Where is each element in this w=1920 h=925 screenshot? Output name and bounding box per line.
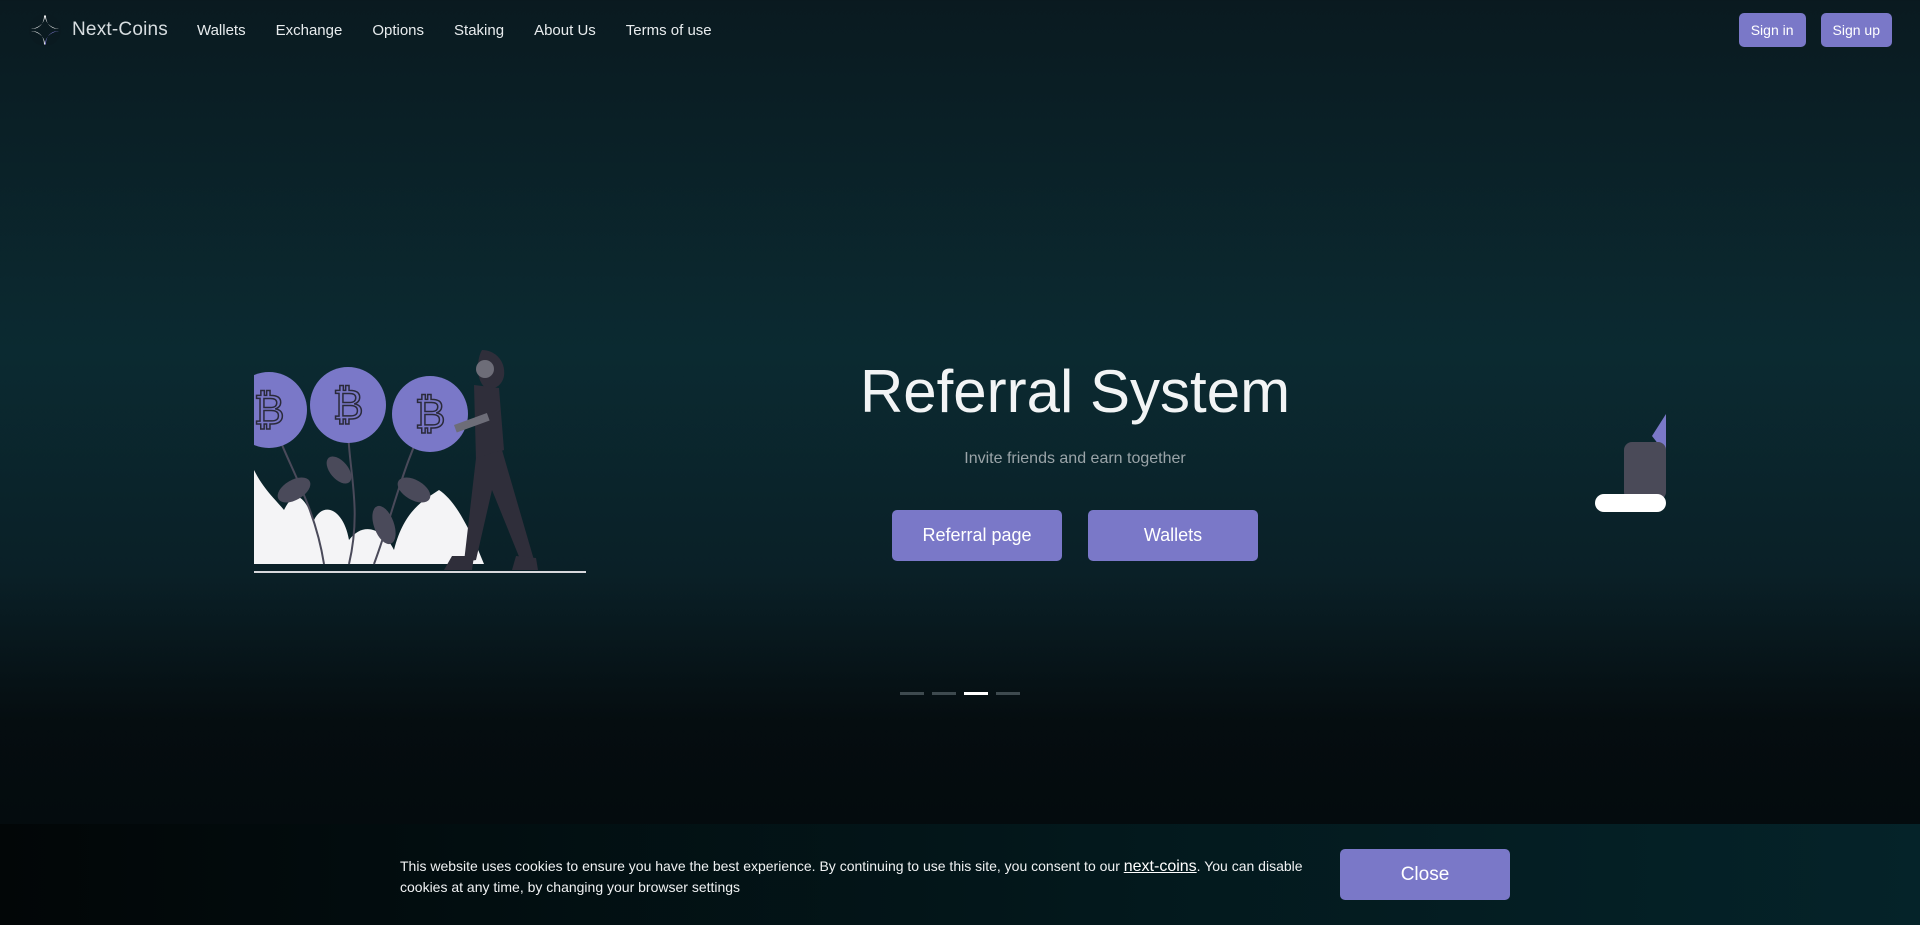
auth-buttons: Sign in Sign up [1738, 13, 1892, 47]
hero-subtitle: Invite friends and earn together [964, 450, 1186, 467]
sign-in-button[interactable]: Sign in [1738, 13, 1806, 47]
referral-page-button[interactable]: Referral page [892, 510, 1062, 561]
nav-link-staking[interactable]: Staking [454, 22, 504, 39]
brand-link[interactable]: Next-Coins [28, 13, 168, 47]
cookie-policy-link[interactable]: next-coins [1124, 858, 1197, 875]
nav-link-wallets[interactable]: Wallets [197, 22, 246, 39]
hero-buttons: Referral page Wallets [892, 510, 1258, 561]
brand-name: Next-Coins [72, 19, 168, 40]
carousel-indicators [900, 692, 1020, 695]
top-navbar: Next-Coins Wallets Exchange Options Stak… [0, 0, 1920, 60]
cookie-text-before: This website uses cookies to ensure you … [400, 858, 1124, 874]
nav-link-options[interactable]: Options [372, 22, 424, 39]
wallets-button[interactable]: Wallets [1088, 510, 1258, 561]
nav-link-terms[interactable]: Terms of use [626, 22, 712, 39]
next-coins-logo-icon [29, 14, 61, 46]
sign-up-button[interactable]: Sign up [1820, 13, 1892, 47]
carousel-indicator[interactable] [932, 692, 956, 695]
hero-title: Referral System [859, 358, 1291, 425]
nav-link-exchange[interactable]: Exchange [276, 22, 343, 39]
carousel-indicator[interactable] [900, 692, 924, 695]
cookie-consent-bar: This website uses cookies to ensure you … [0, 824, 1920, 925]
carousel-indicator[interactable] [996, 692, 1020, 695]
cookie-close-button[interactable]: Close [1340, 849, 1510, 900]
cookie-message: This website uses cookies to ensure you … [400, 856, 1310, 897]
carousel-indicator-active[interactable] [964, 692, 988, 695]
nav-link-about-us[interactable]: About Us [534, 22, 596, 39]
nav-links: Wallets Exchange Options Staking About U… [182, 22, 727, 39]
